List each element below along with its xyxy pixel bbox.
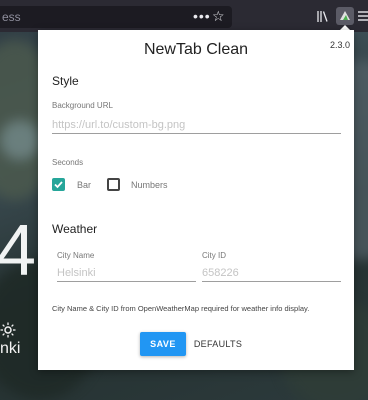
- numbers-label: Numbers: [131, 180, 168, 190]
- city-id-input[interactable]: [202, 264, 341, 282]
- clock-time: 4: [0, 211, 36, 291]
- save-button[interactable]: SAVE: [140, 332, 186, 356]
- popup-title: NewTab Clean: [143, 41, 249, 58]
- more-icon[interactable]: •••: [193, 8, 211, 24]
- city-id-label: City ID: [202, 251, 226, 260]
- settings-popup: 2.3.0 NewTab Clean Style Background URL …: [38, 30, 354, 370]
- sun-icon: [0, 322, 16, 338]
- numbers-option[interactable]: Numbers: [107, 178, 197, 194]
- bar-option[interactable]: Bar: [52, 178, 112, 194]
- city-name-input[interactable]: [57, 264, 196, 282]
- background-url-input[interactable]: [52, 116, 341, 134]
- weather-city: nki: [0, 340, 21, 357]
- city-name-label: City Name: [57, 251, 95, 260]
- defaults-button[interactable]: DEFAULTS: [192, 332, 244, 356]
- extension-icon[interactable]: [336, 7, 354, 25]
- weather-heading: Weather: [52, 222, 98, 236]
- star-icon[interactable]: ☆: [212, 8, 225, 25]
- browser-toolbar: ess ••• ☆: [0, 0, 368, 32]
- url-bar[interactable]: ess ••• ☆: [0, 6, 232, 28]
- style-heading: Style: [52, 74, 79, 88]
- checkmark-icon: [52, 178, 65, 191]
- menu-icon[interactable]: [357, 9, 368, 23]
- numbers-checkbox[interactable]: [107, 178, 120, 191]
- bar-label: Bar: [77, 180, 92, 190]
- bar-checkbox[interactable]: [52, 178, 65, 191]
- url-text[interactable]: ess: [2, 10, 21, 24]
- library-icon[interactable]: [316, 9, 330, 23]
- seconds-label: Seconds: [52, 158, 84, 167]
- weather-info-text: City Name & City ID from OpenWeatherMap …: [52, 304, 310, 313]
- background-url-label: Background URL: [52, 101, 113, 110]
